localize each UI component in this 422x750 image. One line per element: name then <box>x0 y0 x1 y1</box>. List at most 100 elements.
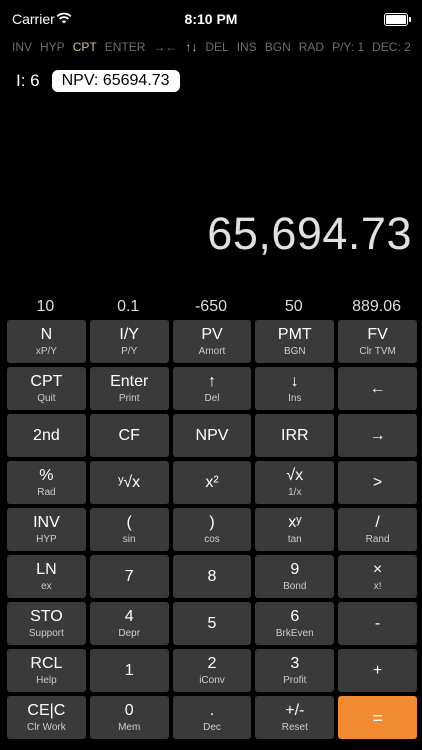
key-0[interactable]: 0 Mem <box>89 696 169 739</box>
key-i-y[interactable]: I/Y P/Y <box>89 320 169 363</box>
mode-indicator: INS <box>236 40 257 54</box>
key-r8c4[interactable]: = <box>338 696 417 739</box>
mode-indicator: →← <box>153 40 178 54</box>
key-cf[interactable]: CF <box>89 414 169 457</box>
key-row: LN ex 7 8 9 Bond × x! <box>7 555 417 598</box>
key-label: 4 <box>124 608 134 625</box>
key-sublabel: Rand <box>365 534 390 545</box>
key-label: 2nd <box>33 426 60 444</box>
mode-indicator: INV <box>12 40 33 54</box>
key-label: I/Y <box>119 326 139 343</box>
key-label: 9 <box>290 561 300 578</box>
key-sublabel: Clr TVM <box>359 346 396 357</box>
key-x[interactable]: xʸ tan <box>255 508 335 551</box>
key-enter[interactable]: Enter Print <box>89 367 169 410</box>
key-x[interactable]: √x 1/x <box>255 461 335 504</box>
key-1[interactable]: 1 <box>89 649 169 692</box>
key-3[interactable]: 3 Profit <box>255 649 335 692</box>
key-label: ) <box>209 514 215 531</box>
key-rcl[interactable]: RCL Help <box>7 649 86 692</box>
key-x[interactable]: x² <box>172 461 252 504</box>
key-r8c3[interactable]: +/- Reset <box>255 696 335 739</box>
key-sublabel: Support <box>28 628 64 639</box>
key-label: > <box>372 473 383 491</box>
mode-indicator: DEL <box>205 40 229 54</box>
key-9[interactable]: 9 Bond <box>255 555 335 598</box>
key-r5c4[interactable]: × x! <box>338 555 417 598</box>
key-sublabel: Profit <box>283 675 307 686</box>
register-row: 10 0.1 -650 50 889.06 <box>4 298 418 316</box>
key-irr[interactable]: IRR <box>255 414 335 457</box>
key-label: - <box>374 614 381 632</box>
key-sublabel: Bond <box>283 581 307 592</box>
key-label: IRR <box>281 426 309 444</box>
mode-indicator: BGN <box>264 40 291 54</box>
key-n[interactable]: NxP/Y <box>7 320 86 363</box>
key-sublabel: Quit <box>37 393 56 404</box>
key-sublabel: Reset <box>281 722 308 733</box>
key-label: N <box>40 326 53 343</box>
key-pv[interactable]: PV Amort <box>172 320 252 363</box>
key-sublabel: iConv <box>199 675 225 686</box>
key-2[interactable]: 2 iConv <box>172 649 252 692</box>
key-fv[interactable]: FV Clr TVM <box>338 320 417 363</box>
key-sublabel: cos <box>204 534 220 545</box>
key-ln[interactable]: LN ex <box>7 555 86 598</box>
key-4[interactable]: 4 Depr <box>89 602 169 645</box>
key-inv[interactable]: INV HYP <box>7 508 86 551</box>
key-cpt[interactable]: CPT Quit <box>7 367 86 410</box>
key-label: ← <box>369 379 386 397</box>
key-sublabel: Help <box>36 675 57 686</box>
key-sublabel: x! <box>373 581 382 592</box>
key-sublabel: Rad <box>37 487 56 498</box>
key-label: √x <box>286 467 304 484</box>
key-r1c3[interactable]: ↓ Ins <box>255 367 335 410</box>
key-row: INV HYP (sin) cos xʸ tan / Rand <box>7 508 417 551</box>
key-npv[interactable]: NPV <box>172 414 252 457</box>
key-label: ʸ√x <box>118 473 141 491</box>
key-r8c2[interactable]: . Dec <box>172 696 252 739</box>
key-ce-c[interactable]: CE|C Clr Work <box>7 696 86 739</box>
battery-icon <box>384 13 411 26</box>
key-row: NxP/Y I/Y P/Y PV Amort PMT BGN FV Clr TVM <box>7 320 417 363</box>
key-6[interactable]: 6 BrkEven <box>255 602 335 645</box>
key-row: CPT Quit Enter Print ↑ Del ↓ Ins ← <box>7 367 417 410</box>
mode-indicator: CPT <box>72 40 97 54</box>
key-label: x² <box>205 473 219 491</box>
key-pmt[interactable]: PMT BGN <box>255 320 335 363</box>
key-5[interactable]: 5 <box>172 602 252 645</box>
key-r3c0[interactable]: % Rad <box>7 461 86 504</box>
key-label: CF <box>118 426 140 444</box>
key-r1c4[interactable]: ← <box>338 367 417 410</box>
key-2nd[interactable]: 2nd <box>7 414 86 457</box>
register-value: 50 <box>284 298 303 315</box>
key-8[interactable]: 8 <box>172 555 252 598</box>
key-sublabel: Clr Work <box>27 722 66 733</box>
key-label: PMT <box>277 326 312 343</box>
key-r1c2[interactable]: ↑ Del <box>172 367 252 410</box>
key-label: ↑ <box>207 373 216 390</box>
key-label: 2 <box>207 655 217 672</box>
key-r6c4[interactable]: - <box>338 602 417 645</box>
key-7[interactable]: 7 <box>89 555 169 598</box>
key-r4c1[interactable]: (sin <box>89 508 169 551</box>
key-r7c4[interactable]: + <box>338 649 417 692</box>
key-label: × <box>372 561 383 578</box>
register-value: 10 <box>36 298 55 315</box>
key-label: INV <box>33 514 60 531</box>
key-row: 2nd CF NPV IRR → <box>7 414 417 457</box>
mode-indicator: ↑↓ <box>185 40 198 54</box>
key-r2c4[interactable]: → <box>338 414 417 457</box>
key-sublabel: 1/x <box>288 487 302 498</box>
key-label: → <box>369 426 386 444</box>
key-r4c2[interactable]: ) cos <box>172 508 252 551</box>
register-value: 0.1 <box>117 298 140 315</box>
key-x[interactable]: ʸ√x <box>89 461 169 504</box>
key-r3c4[interactable]: > <box>338 461 417 504</box>
key-sublabel: sin <box>122 534 136 545</box>
npv-badge: NPV: 65694.73 <box>51 70 180 92</box>
key-sublabel: P/Y <box>121 346 138 357</box>
key-sto[interactable]: STO Support <box>7 602 86 645</box>
register-value: 889.06 <box>352 298 402 315</box>
key-r4c4[interactable]: / Rand <box>338 508 417 551</box>
